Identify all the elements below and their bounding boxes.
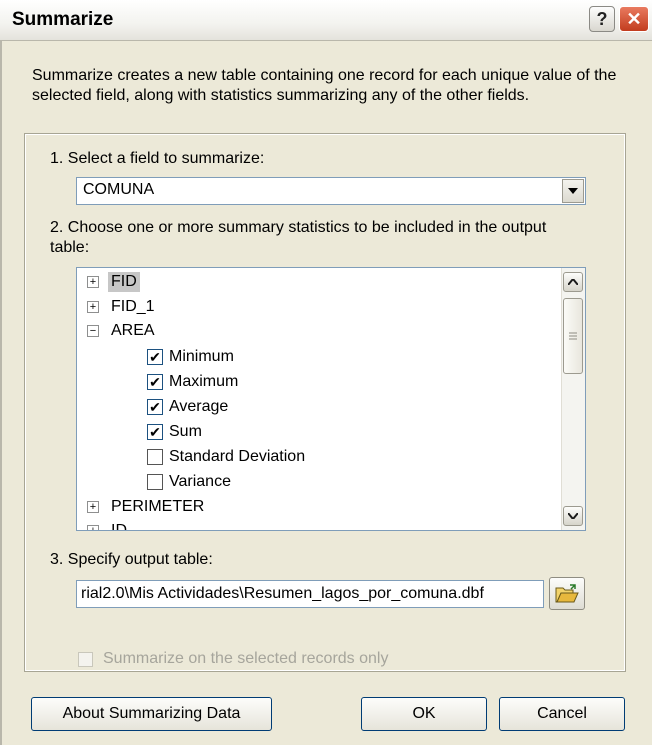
window-border (0, 40, 2, 745)
field-select-value: COMUNA (83, 181, 155, 198)
selected-records-label: Summarize on the selected records only (103, 650, 389, 667)
checkbox-checked[interactable]: ✔ (147, 349, 163, 365)
collapse-icon[interactable]: − (87, 325, 99, 337)
expand-icon[interactable]: + (87, 276, 99, 288)
stat-sum[interactable]: ✔ Sum (147, 420, 202, 444)
checkbox-checked[interactable]: ✔ (147, 424, 163, 440)
intro-text: Summarize creates a new table containing… (32, 67, 617, 104)
tree-item-perimeter[interactable]: + PERIMETER (87, 495, 207, 519)
chevron-down-icon[interactable] (562, 179, 584, 203)
stat-label: Variance (169, 473, 231, 490)
step3-label: 3. Specify output table: (50, 551, 213, 568)
cancel-button[interactable]: Cancel (499, 697, 625, 731)
field-select[interactable]: COMUNA (76, 177, 586, 205)
step1-label: 1. Select a field to summarize: (50, 150, 265, 167)
tree-item-label: AREA (111, 322, 155, 339)
open-folder-icon (555, 583, 579, 602)
tree-item-area[interactable]: − AREA (87, 319, 158, 343)
statistics-tree[interactable]: + FID + FID_1 − AREA ✔ Minimum ✔ Maximum… (76, 267, 586, 531)
stat-standard-deviation[interactable]: Standard Deviation (147, 445, 305, 469)
scroll-up-icon[interactable] (563, 272, 583, 292)
step2-label: 2. Choose one or more summary statistics… (50, 219, 547, 256)
tree-item-label: FID (108, 272, 140, 292)
stat-minimum[interactable]: ✔ Minimum (147, 345, 234, 369)
title-bar[interactable]: Summarize ? ✕ (0, 0, 652, 41)
tree-item-label: PERIMETER (111, 498, 205, 515)
stat-average[interactable]: ✔ Average (147, 395, 228, 419)
stat-label: Minimum (169, 348, 234, 365)
close-button[interactable]: ✕ (619, 6, 649, 32)
browse-button[interactable] (549, 577, 585, 610)
grip-icon (569, 332, 577, 340)
stat-maximum[interactable]: ✔ Maximum (147, 370, 238, 394)
scroll-down-icon[interactable] (563, 506, 583, 526)
output-table-value: rial2.0\Mis Actividades\Resumen_lagos_po… (81, 585, 484, 602)
checkbox-unchecked[interactable] (147, 449, 163, 465)
stat-label: Standard Deviation (169, 448, 306, 465)
checkbox-disabled[interactable] (78, 651, 93, 667)
ok-button[interactable]: OK (361, 697, 487, 731)
help-button[interactable]: ? (589, 6, 615, 32)
stat-label: Sum (169, 423, 202, 440)
tree-item-fid1[interactable]: + FID_1 (87, 295, 158, 319)
stat-variance[interactable]: Variance (147, 470, 231, 494)
window-title: Summarize (12, 9, 114, 30)
about-summarizing-button[interactable]: About Summarizing Data (31, 697, 272, 731)
tree-item-id[interactable]: + ID (87, 519, 130, 531)
tree-item-label: FID_1 (111, 298, 155, 315)
checkbox-checked[interactable]: ✔ (147, 399, 163, 415)
output-table-input[interactable]: rial2.0\Mis Actividades\Resumen_lagos_po… (76, 580, 544, 608)
selected-records-checkbox[interactable]: Summarize on the selected records only (78, 650, 388, 668)
vertical-scrollbar[interactable] (561, 268, 585, 530)
expand-icon[interactable]: + (87, 525, 99, 530)
checkbox-checked[interactable]: ✔ (147, 374, 163, 390)
tree-item-label: ID (111, 522, 127, 531)
expand-icon[interactable]: + (87, 301, 99, 313)
tree-item-fid[interactable]: + FID (87, 270, 140, 294)
stat-label: Maximum (169, 373, 239, 390)
scroll-thumb[interactable] (563, 298, 583, 374)
stat-label: Average (169, 398, 229, 415)
checkbox-unchecked[interactable] (147, 474, 163, 490)
expand-icon[interactable]: + (87, 501, 99, 513)
